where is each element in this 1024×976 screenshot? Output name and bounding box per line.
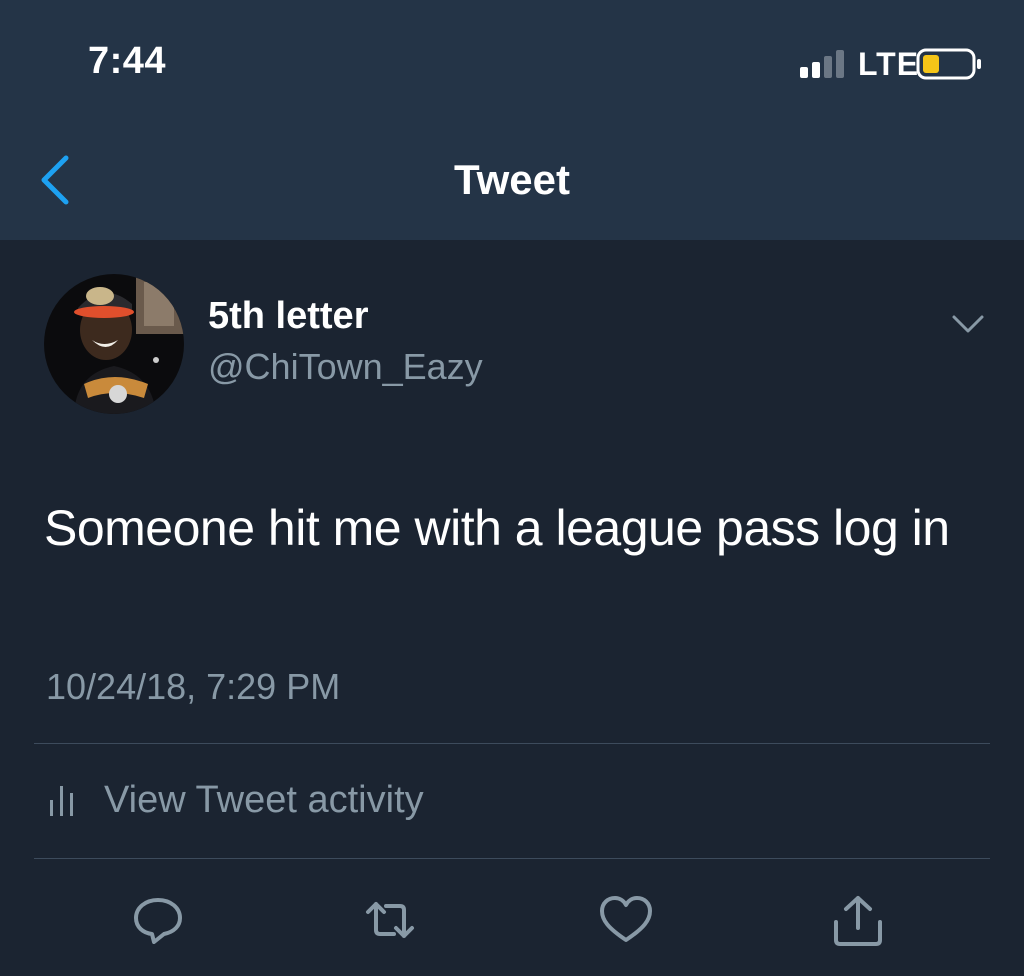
divider (34, 858, 990, 859)
display-name[interactable]: 5th letter (208, 295, 368, 338)
view-activity-button[interactable]: View Tweet activity (48, 776, 424, 824)
view-activity-label: View Tweet activity (104, 778, 424, 821)
network-label: LTE (858, 46, 920, 82)
page-title: Tweet (454, 156, 570, 203)
user-handle[interactable]: @ChiTown_Eazy (208, 346, 483, 388)
retweet-icon[interactable] (362, 892, 418, 948)
chevron-down-icon[interactable] (950, 312, 986, 336)
tweet-text: Someone hit me with a league pass log in (44, 500, 950, 556)
status-time: 7:44 (88, 40, 167, 82)
comment-icon[interactable] (130, 892, 186, 948)
battery-icon (916, 48, 981, 80)
tweet-timestamp: 10/24/18, 7:29 PM (46, 666, 341, 707)
avatar[interactable] (44, 274, 184, 414)
top-bar: 7:44 LTE Tweet (0, 0, 1024, 240)
share-icon[interactable] (830, 892, 886, 948)
divider (34, 743, 990, 744)
heart-icon[interactable] (598, 892, 654, 948)
bar-chart-icon (50, 786, 73, 816)
signal-icon (800, 50, 844, 78)
